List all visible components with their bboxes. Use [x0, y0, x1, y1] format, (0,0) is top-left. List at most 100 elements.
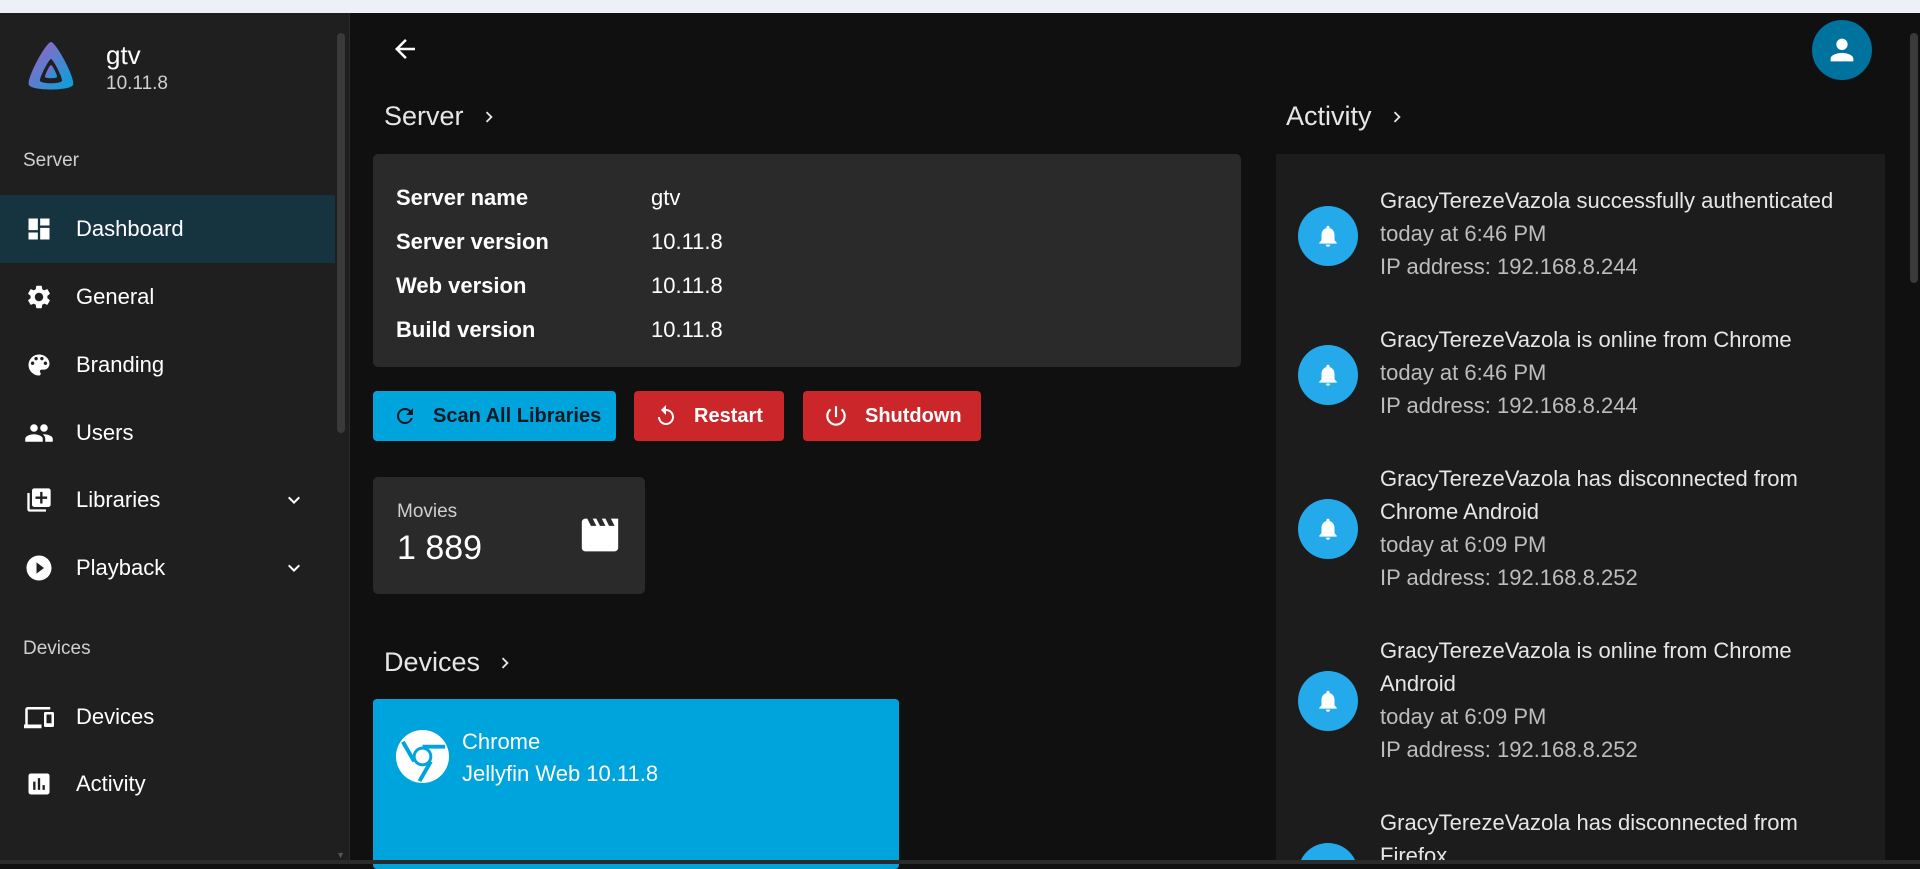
- play-circle-icon: [24, 553, 54, 583]
- sidebar-item-label: General: [76, 284, 155, 309]
- devices-icon: [24, 702, 54, 732]
- stat-label: Movies: [397, 501, 458, 522]
- person-icon: [1830, 38, 1854, 62]
- sidebar-scrollbar[interactable]: [337, 33, 345, 433]
- sidebar-item-label: Playback: [76, 555, 166, 580]
- server-info-card: Server name gtv Server version 10.11.8 W…: [373, 154, 1241, 367]
- sidebar-item-label: Devices: [76, 704, 155, 729]
- sidebar-item-label: Activity: [76, 771, 146, 796]
- activity-title: GracyTerezeVazola is online from Chrome: [1380, 327, 1792, 352]
- brand[interactable]: gtv 10.11.8: [22, 39, 168, 97]
- activity-time: today at 6:09 PM: [1380, 532, 1547, 557]
- devices-heading: Devices: [384, 647, 481, 677]
- device-app-version: Jellyfin Web 10.11.8: [462, 761, 659, 786]
- sidebar-item-label: Branding: [76, 352, 165, 377]
- browser-top-strip: [0, 0, 1920, 13]
- sidebar-item-general[interactable]: General: [0, 263, 335, 331]
- chevron-down-icon: [288, 496, 300, 504]
- shutdown-button-label: Shutdown: [865, 404, 962, 427]
- sidebar-item-dashboard[interactable]: Dashboard: [0, 195, 335, 263]
- activity-time: today at 6:46 PM: [1380, 221, 1547, 246]
- server-name: gtv: [106, 40, 141, 70]
- sidebar-item-users[interactable]: Users: [0, 399, 335, 467]
- user-avatar-button[interactable]: [1812, 20, 1872, 80]
- bell-icon: [1298, 206, 1358, 266]
- sidebar-item-libraries[interactable]: Libraries: [0, 466, 335, 534]
- activity-chart-icon: [24, 769, 54, 799]
- activity-title: GracyTerezeVazola has disconnected from: [1380, 810, 1798, 835]
- device-card[interactable]: Chrome Jellyfin Web 10.11.8: [373, 699, 899, 869]
- movies-stat-card[interactable]: Movies 1 889: [373, 477, 645, 594]
- restart-button[interactable]: Restart: [634, 391, 784, 441]
- sidebar-item-label: Dashboard: [76, 216, 184, 241]
- users-icon: [24, 418, 54, 448]
- scan-button-label: Scan All Libraries: [433, 404, 602, 427]
- bell-icon: [1298, 671, 1358, 731]
- activity-list: GracyTerezeVazola successfully authentic…: [1276, 154, 1885, 860]
- info-value: 10.11.8: [651, 317, 723, 342]
- restart-icon: [658, 405, 674, 425]
- activity-title-cont: Firefox: [1380, 843, 1448, 860]
- refresh-icon: [397, 408, 413, 424]
- palette-icon: [24, 350, 54, 380]
- info-value: 10.11.8: [651, 229, 723, 254]
- info-key: Server name: [396, 185, 529, 210]
- shutdown-button[interactable]: Shutdown: [803, 391, 981, 441]
- bell-icon: [1298, 345, 1358, 405]
- info-row: Server name gtv: [396, 176, 1218, 220]
- chevron-right-icon: [1393, 111, 1401, 122]
- library-add-icon: [24, 485, 54, 515]
- scan-all-libraries-button[interactable]: Scan All Libraries: [373, 391, 616, 441]
- scroll-down-arrow-icon[interactable]: ▼: [336, 850, 345, 860]
- info-value: gtv: [651, 185, 681, 210]
- chrome-icon: [395, 729, 450, 784]
- devices-section-link[interactable]: Devices: [384, 647, 516, 678]
- stat-value: 1 889: [397, 529, 483, 567]
- sidebar-item-branding[interactable]: Branding: [0, 331, 335, 399]
- power-icon: [826, 406, 846, 426]
- server-heading: Server: [384, 101, 464, 131]
- activity-title: GracyTerezeVazola has disconnected from: [1380, 466, 1798, 491]
- sidebar-item-playback[interactable]: Playback: [0, 534, 335, 602]
- bell-icon: [1298, 499, 1358, 559]
- activity-time: today at 6:46 PM: [1380, 360, 1547, 385]
- arrow-back-icon: [395, 39, 415, 59]
- sidebar-item-label: Users: [76, 420, 134, 445]
- sidebar-item-activity[interactable]: Activity: [0, 750, 335, 818]
- chevron-right-icon: [501, 657, 509, 668]
- movie-clapperboard-icon: [581, 518, 619, 552]
- chevron-right-icon: [485, 111, 493, 122]
- activity-heading: Activity: [1286, 101, 1372, 131]
- activity-ip: IP address: 192.168.8.252: [1380, 737, 1638, 762]
- info-row: Server version 10.11.8: [396, 220, 1218, 264]
- activity-title-cont: Android: [1380, 671, 1456, 696]
- activity-ip: IP address: 192.168.8.244: [1380, 393, 1638, 418]
- bell-icon: [1298, 843, 1358, 860]
- activity-title: GracyTerezeVazola successfully authentic…: [1380, 188, 1834, 213]
- activity-title: GracyTerezeVazola is online from Chrome: [1380, 638, 1792, 663]
- activity-ip: IP address: 192.168.8.252: [1380, 565, 1638, 590]
- main-scrollbar[interactable]: [1910, 33, 1918, 283]
- activity-ip: IP address: 192.168.8.244: [1380, 254, 1638, 279]
- back-button[interactable]: [387, 31, 423, 67]
- activity-time: today at 6:09 PM: [1380, 704, 1547, 729]
- server-section-link[interactable]: Server: [384, 101, 500, 132]
- server-version: 10.11.8: [106, 73, 168, 94]
- main-content: Server Server name gtv Server version 10…: [351, 13, 1920, 869]
- chevron-down-icon: [288, 564, 300, 572]
- info-row: Web version 10.11.8: [396, 264, 1218, 308]
- sidebar: gtv 10.11.8 Server Dashboard General Bra…: [0, 13, 350, 860]
- info-key: Server version: [396, 229, 549, 254]
- device-name: Chrome: [462, 729, 541, 754]
- sidebar-item-label: Libraries: [76, 487, 161, 512]
- info-key: Build version: [396, 317, 536, 342]
- dashboard-icon: [24, 214, 54, 244]
- sidebar-section-devices: Devices: [23, 638, 91, 659]
- activity-title-cont: Chrome Android: [1380, 499, 1539, 524]
- info-row: Build version 10.11.8: [396, 308, 1218, 352]
- info-value: 10.11.8: [651, 273, 723, 298]
- activity-section-link[interactable]: Activity: [1286, 101, 1408, 132]
- sidebar-section-server: Server: [23, 150, 79, 171]
- sidebar-item-devices[interactable]: Devices: [0, 683, 335, 751]
- restart-button-label: Restart: [694, 404, 763, 427]
